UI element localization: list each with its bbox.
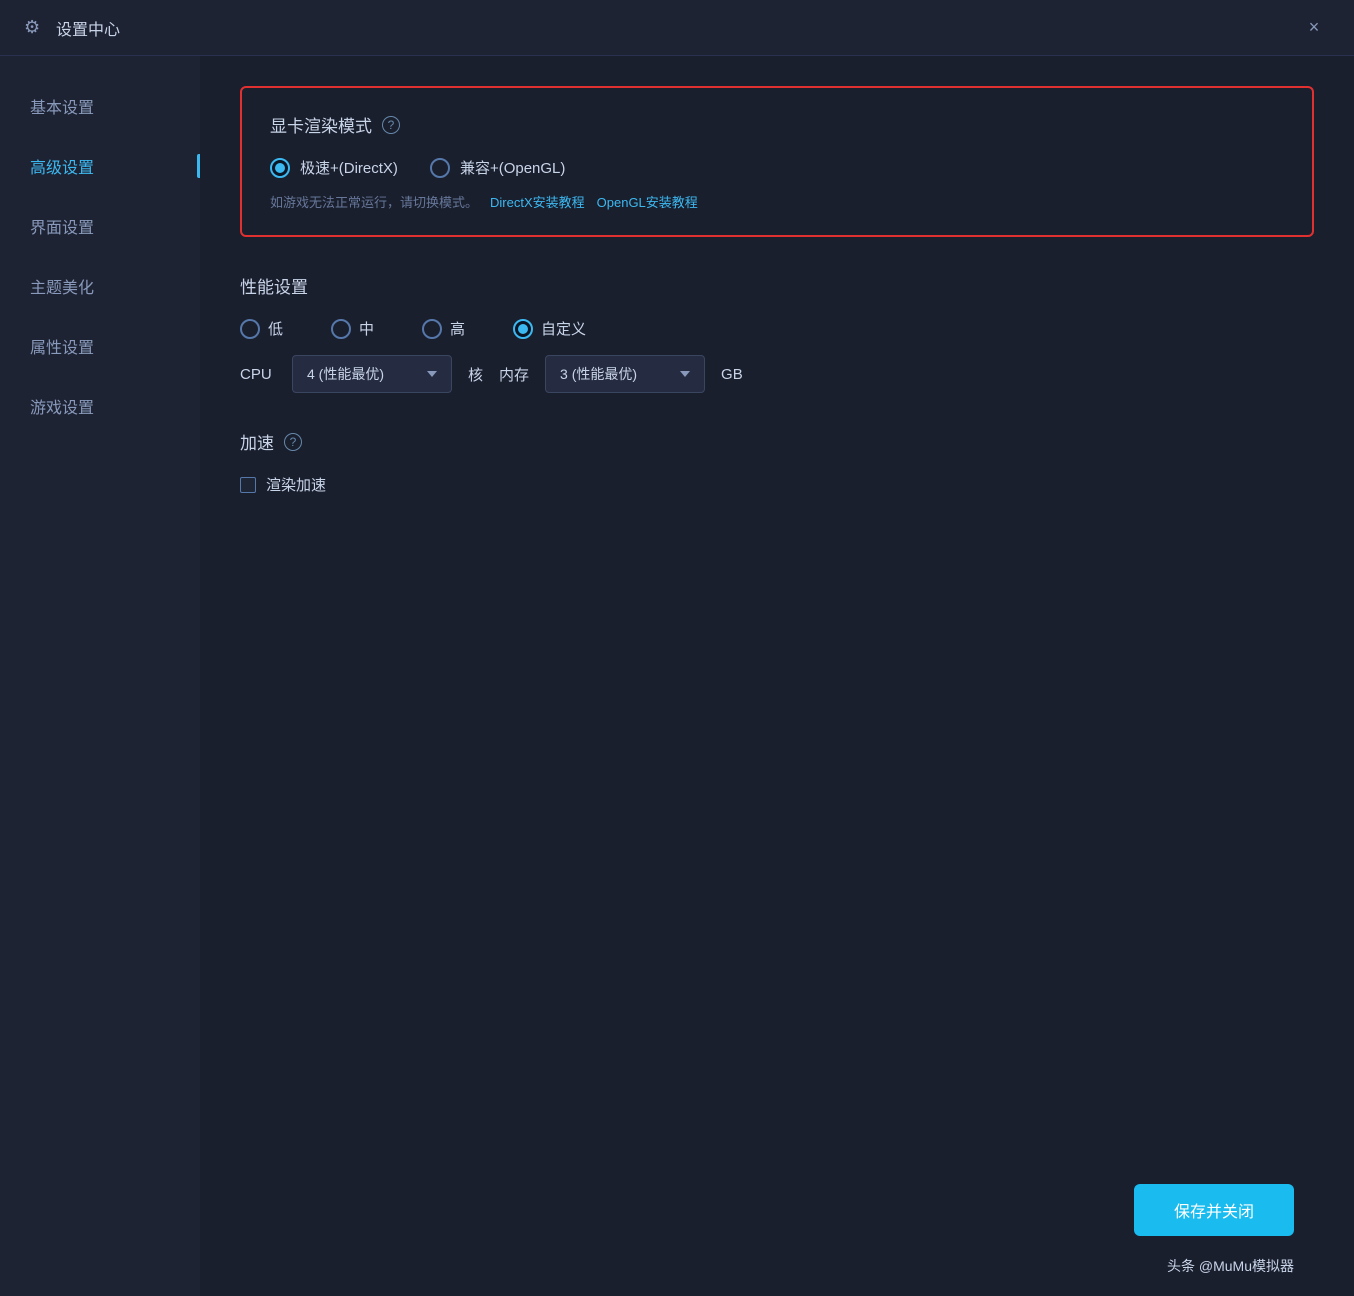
perf-high-radio[interactable] [422, 319, 442, 339]
title-bar: ⚙ 设置中心 × [0, 0, 1354, 56]
gpu-radio-row: 极速+(DirectX) 兼容+(OpenGL) [270, 157, 1284, 178]
cpu-value: 4 (性能最优) [307, 364, 384, 384]
mem-label: 内存 [499, 364, 529, 385]
sidebar-item-game[interactable]: 游戏设置 [0, 376, 200, 436]
mem-dropdown-arrow [680, 371, 690, 377]
save-btn-container: 保存并关闭 [1134, 1184, 1294, 1236]
gpu-section-title: 显卡渲染模式 ? [270, 112, 1284, 137]
cpu-unit: 核 [468, 364, 483, 385]
sidebar-item-properties[interactable]: 属性设置 [0, 316, 200, 376]
content-area: 显卡渲染模式 ? 极速+(DirectX) 兼容+(OpenGL) 如游戏无法正… [200, 56, 1354, 1296]
perf-section-title: 性能设置 [240, 273, 1314, 298]
accel-section-title: 加速 ? [240, 429, 1314, 454]
perf-radio-row: 低 中 高 自定义 [240, 318, 1314, 339]
perf-custom-option[interactable]: 自定义 [513, 318, 586, 339]
perf-custom-radio[interactable] [513, 319, 533, 339]
gpu-render-section: 显卡渲染模式 ? 极速+(DirectX) 兼容+(OpenGL) 如游戏无法正… [240, 86, 1314, 237]
settings-icon: ⚙ [24, 17, 46, 39]
save-close-button[interactable]: 保存并关闭 [1134, 1184, 1294, 1236]
sidebar-item-basic[interactable]: 基本设置 [0, 76, 200, 136]
main-layout: 基本设置 高级设置 界面设置 主题美化 属性设置 游戏设置 显卡渲染模式 ? 极… [0, 56, 1354, 1296]
accel-section: 加速 ? 渲染加速 [240, 429, 1314, 495]
perf-low-label: 低 [268, 318, 283, 339]
perf-high-label: 高 [450, 318, 465, 339]
cpu-mem-row: CPU 4 (性能最优) 核 内存 3 (性能最优) GB [240, 355, 1314, 393]
perf-low-option[interactable]: 低 [240, 318, 283, 339]
directx-option[interactable]: 极速+(DirectX) [270, 157, 398, 178]
perf-mid-label: 中 [359, 318, 374, 339]
sidebar-item-advanced[interactable]: 高级设置 [0, 136, 200, 196]
mem-dropdown[interactable]: 3 (性能最优) [545, 355, 705, 393]
title-bar-left: ⚙ 设置中心 [24, 16, 120, 40]
perf-high-option[interactable]: 高 [422, 318, 465, 339]
gpu-hint-row: 如游戏无法正常运行，请切换模式。 DirectX安装教程 OpenGL安装教程 [270, 192, 1284, 211]
watermark-text: 头条 @MuMu模拟器 [1167, 1258, 1294, 1274]
perf-custom-label: 自定义 [541, 318, 586, 339]
sidebar: 基本设置 高级设置 界面设置 主题美化 属性设置 游戏设置 [0, 56, 200, 1296]
render-accel-label: 渲染加速 [266, 474, 326, 495]
sidebar-item-interface[interactable]: 界面设置 [0, 196, 200, 256]
gpu-hint-text: 如游戏无法正常运行，请切换模式。 [270, 192, 478, 211]
directx-radio[interactable] [270, 158, 290, 178]
perf-low-radio[interactable] [240, 319, 260, 339]
mem-value: 3 (性能最优) [560, 364, 637, 384]
perf-mid-option[interactable]: 中 [331, 318, 374, 339]
opengl-install-link[interactable]: OpenGL安装教程 [597, 192, 698, 211]
opengl-radio[interactable] [430, 158, 450, 178]
gpu-help-icon[interactable]: ? [382, 116, 400, 134]
gpu-title-text: 显卡渲染模式 [270, 112, 372, 137]
sidebar-item-theme[interactable]: 主题美化 [0, 256, 200, 316]
render-accel-checkbox[interactable] [240, 477, 256, 493]
accel-help-icon[interactable]: ? [284, 433, 302, 451]
render-accel-checkbox-row[interactable]: 渲染加速 [240, 474, 1314, 495]
perf-section: 性能设置 低 中 高 自定义 [240, 273, 1314, 393]
window-title: 设置中心 [56, 16, 120, 40]
perf-title-text: 性能设置 [240, 273, 308, 298]
mem-unit: GB [721, 366, 743, 383]
opengl-option[interactable]: 兼容+(OpenGL) [430, 157, 565, 178]
watermark: 头条 @MuMu模拟器 [1167, 1256, 1294, 1276]
directx-label: 极速+(DirectX) [300, 157, 398, 178]
close-button[interactable]: × [1298, 12, 1330, 44]
cpu-label: CPU [240, 366, 276, 383]
opengl-label: 兼容+(OpenGL) [460, 157, 565, 178]
accel-title-text: 加速 [240, 429, 274, 454]
cpu-dropdown-arrow [427, 371, 437, 377]
perf-mid-radio[interactable] [331, 319, 351, 339]
directx-install-link[interactable]: DirectX安装教程 [490, 192, 585, 211]
cpu-dropdown[interactable]: 4 (性能最优) [292, 355, 452, 393]
